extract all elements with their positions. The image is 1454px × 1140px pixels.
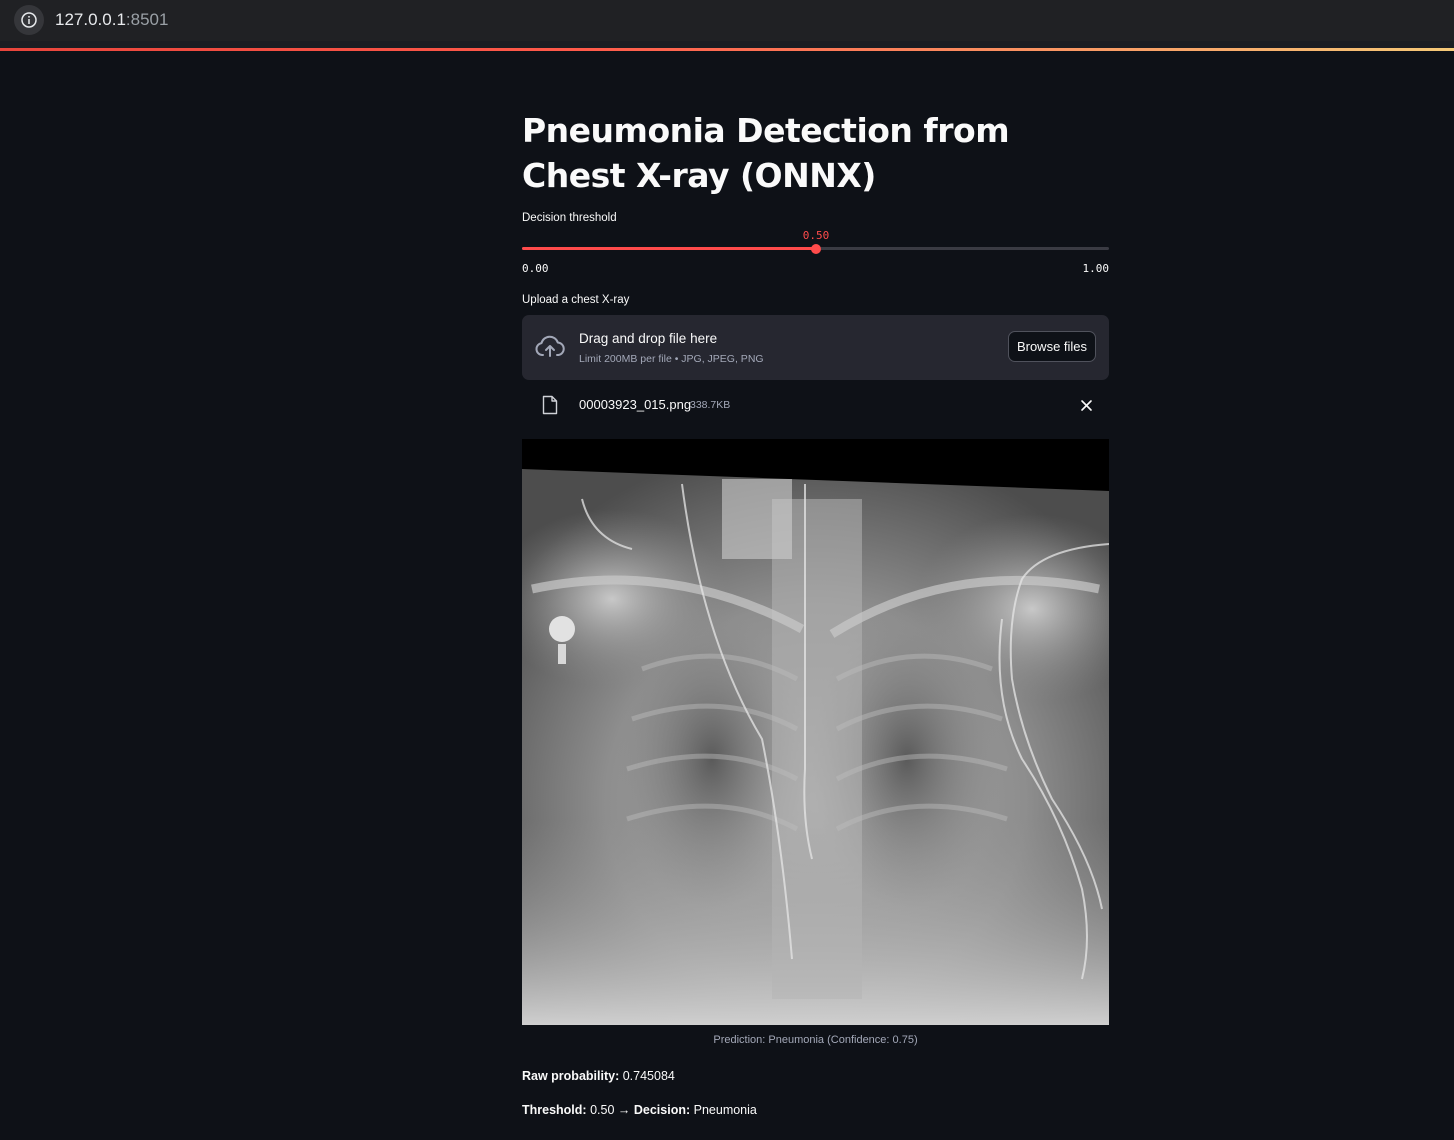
- uploader-label: Upload a chest X-ray: [522, 294, 630, 306]
- site-info-button[interactable]: [14, 5, 44, 35]
- slider-thumb[interactable]: [811, 244, 821, 254]
- threshold-value: 0.50 →: [590, 1103, 631, 1117]
- decision-line: Threshold: 0.50 → Decision: Pneumonia: [522, 1103, 757, 1117]
- dropzone-subtitle: Limit 200MB per file • JPG, JPEG, PNG: [579, 353, 764, 365]
- url-host: 127.0.0.1: [55, 10, 126, 29]
- decision-label: Decision:: [633, 1103, 691, 1117]
- browser-divider: [0, 41, 1454, 48]
- slider-current-value: 0.50: [802, 229, 830, 242]
- url-field[interactable]: 127.0.0.1:8501: [55, 10, 168, 30]
- browse-files-button[interactable]: Browse files: [1008, 331, 1096, 362]
- decision-value: Pneumonia: [693, 1103, 757, 1117]
- file-size: 338.7KB: [690, 399, 731, 411]
- page-title: Pneumonia Detection from Chest X-ray (ON…: [522, 111, 1010, 195]
- info-icon: [21, 12, 37, 28]
- slider-max-label: 1.00: [1082, 262, 1110, 275]
- file-dropzone[interactable]: Drag and drop file here Limit 200MB per …: [522, 315, 1109, 380]
- raw-probability-line: Raw probability: 0.745084: [522, 1069, 675, 1083]
- close-icon[interactable]: [1080, 399, 1093, 412]
- raw-probability-label: Raw probability:: [522, 1069, 620, 1083]
- dropzone-title: Drag and drop file here: [579, 331, 718, 346]
- cloud-upload-icon: [535, 335, 565, 357]
- browser-address-bar: 127.0.0.1:8501: [0, 0, 1454, 41]
- chest-xray-picture: [522, 439, 1109, 1025]
- slider-fill: [522, 247, 816, 250]
- slider-min-label: 0.00: [522, 262, 549, 275]
- file-icon: [542, 395, 558, 415]
- threshold-label: Threshold:: [522, 1103, 587, 1117]
- url-port: :8501: [125, 10, 169, 29]
- uploaded-file-row: 00003923_015.png 338.7KB: [522, 392, 1109, 422]
- xray-image: [522, 439, 1109, 1025]
- app-header-decoration: [0, 48, 1454, 51]
- file-name: 00003923_015.png: [579, 397, 692, 412]
- slider-label: Decision threshold: [522, 212, 617, 224]
- image-caption: Prediction: Pneumonia (Confidence: 0.75): [713, 1034, 918, 1046]
- raw-probability-value: 0.745084: [622, 1069, 675, 1083]
